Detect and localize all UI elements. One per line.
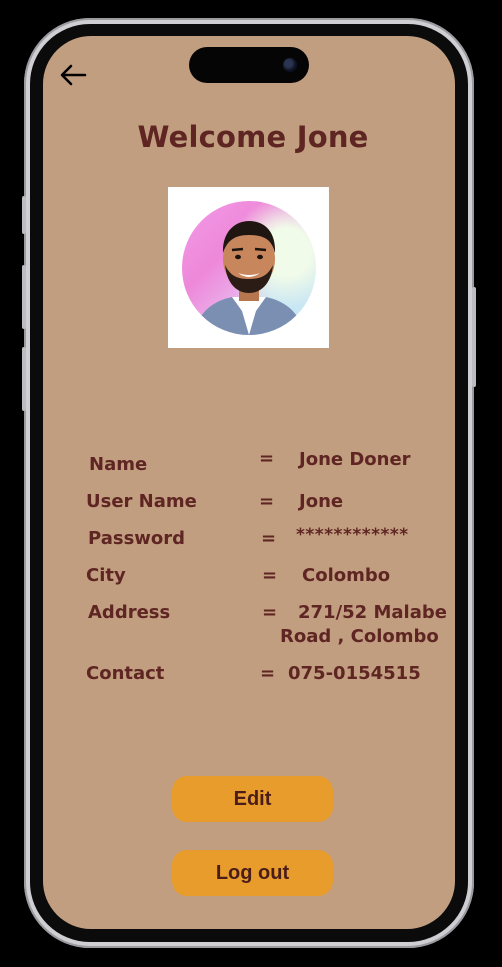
password-separator: = bbox=[261, 528, 277, 549]
password-label: Password bbox=[88, 528, 186, 549]
action-button bbox=[22, 196, 26, 234]
profile-row-password: Password = ************ bbox=[43, 525, 455, 554]
address-separator: = bbox=[262, 602, 278, 623]
contact-separator: = bbox=[260, 663, 276, 684]
dynamic-island bbox=[189, 47, 309, 83]
address-value-line2: Road , Colombo bbox=[280, 626, 439, 647]
back-arrow-icon[interactable] bbox=[57, 58, 91, 92]
profile-photo-frame bbox=[168, 187, 329, 348]
city-value: Colombo bbox=[302, 565, 391, 586]
profile-row-contact: Contact = 075-0154515 bbox=[43, 663, 455, 689]
camera-icon bbox=[283, 58, 297, 72]
profile-row-username: User Name = Jone bbox=[43, 491, 455, 517]
edit-button[interactable]: Edit bbox=[172, 776, 333, 822]
address-value-line1: 271/52 Malabe bbox=[298, 602, 447, 623]
city-separator: = bbox=[262, 565, 278, 586]
profile-portrait-icon bbox=[194, 221, 304, 335]
username-label: User Name bbox=[86, 491, 197, 512]
username-value: Jone bbox=[299, 491, 344, 512]
profile-row-address: Address = 271/52 Malabe Road , Colombo bbox=[43, 602, 455, 654]
volume-down-button bbox=[22, 347, 26, 411]
name-value: Jone Doner bbox=[299, 449, 411, 470]
city-label: City bbox=[86, 565, 126, 586]
address-label: Address bbox=[88, 602, 171, 623]
power-button bbox=[472, 287, 476, 387]
password-value: ************ bbox=[296, 525, 409, 545]
contact-label: Contact bbox=[86, 663, 165, 684]
name-separator: = bbox=[259, 448, 275, 469]
screen: Welcome Jone Name = Jone Doner User Name bbox=[43, 36, 455, 929]
profile-row-city: City = Colombo bbox=[43, 565, 455, 591]
contact-value: 075-0154515 bbox=[288, 663, 421, 684]
volume-up-button bbox=[22, 265, 26, 329]
username-separator: = bbox=[259, 491, 275, 512]
page-title: Welcome Jone bbox=[137, 120, 369, 154]
profile-row-name: Name = Jone Doner bbox=[43, 448, 455, 478]
name-label: Name bbox=[89, 454, 148, 475]
logout-button[interactable]: Log out bbox=[172, 850, 333, 896]
avatar bbox=[182, 201, 316, 335]
